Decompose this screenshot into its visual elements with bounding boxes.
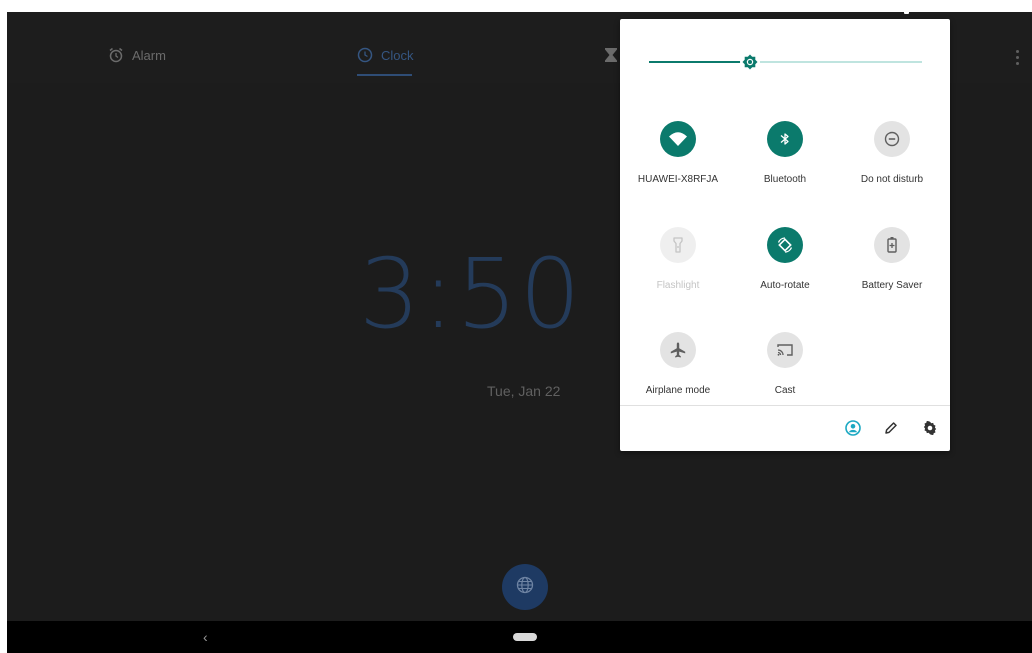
tile-flashlight[interactable]: Flashlight bbox=[623, 227, 733, 291]
clock-time-display: 3:50 bbox=[359, 238, 583, 350]
status-time: 3:50 AM bbox=[628, 3, 664, 15]
do-not-disturb-icon bbox=[874, 121, 910, 157]
tile-cast[interactable]: Cast bbox=[730, 332, 840, 396]
status-battery: 100% bbox=[904, 3, 940, 15]
hourglass-icon bbox=[604, 47, 618, 63]
flashlight-icon bbox=[660, 227, 696, 263]
brightness-fill bbox=[649, 61, 750, 63]
tile-auto-rotate[interactable]: Auto-rotate bbox=[730, 227, 840, 291]
tab-alarm-label: Alarm bbox=[132, 47, 166, 63]
battery-icon bbox=[904, 4, 909, 14]
tab-clock-label: Clock bbox=[381, 47, 414, 63]
auto-rotate-icon bbox=[767, 227, 803, 263]
tile-label: Bluetooth bbox=[763, 174, 807, 185]
home-button[interactable] bbox=[513, 633, 537, 641]
bluetooth-icon bbox=[767, 121, 803, 157]
tile-do-not-disturb[interactable]: Do not disturb bbox=[837, 121, 947, 185]
tile-label: HUAWEI-X8RFJA bbox=[637, 174, 719, 185]
navigation-bar: ‹ bbox=[7, 621, 1032, 653]
tab-selection-indicator bbox=[357, 74, 412, 76]
status-ampm: AM bbox=[653, 7, 664, 14]
quick-settings-panel: HUAWEI-X8RFJA Bluetooth Do not disturb F… bbox=[620, 19, 950, 451]
brightness-slider[interactable] bbox=[649, 52, 922, 72]
globe-icon bbox=[516, 576, 534, 599]
user-icon[interactable] bbox=[845, 420, 861, 436]
footer-divider bbox=[620, 405, 950, 406]
tile-label: Battery Saver bbox=[861, 280, 923, 291]
status-time-value: 3:50 bbox=[628, 3, 651, 15]
airplane-icon bbox=[660, 332, 696, 368]
brightness-icon[interactable] bbox=[739, 51, 761, 73]
wifi-icon bbox=[660, 121, 696, 157]
settings-icon[interactable] bbox=[922, 420, 938, 436]
clock-date: Tue, Jan 22 bbox=[487, 383, 561, 399]
tile-label: Cast bbox=[774, 385, 796, 396]
battery-saver-icon bbox=[874, 227, 910, 263]
clock-icon bbox=[357, 47, 373, 63]
edit-icon[interactable] bbox=[883, 420, 899, 436]
alarm-icon bbox=[108, 47, 124, 63]
battery-percent: 100% bbox=[912, 3, 941, 15]
tile-label: Auto-rotate bbox=[760, 280, 810, 291]
tile-bluetooth[interactable]: Bluetooth bbox=[730, 121, 840, 185]
world-clock-button[interactable] bbox=[502, 564, 548, 610]
tile-wifi[interactable]: HUAWEI-X8RFJA bbox=[623, 121, 733, 185]
tile-label: Flashlight bbox=[656, 280, 700, 291]
tab-clock[interactable]: Clock bbox=[357, 42, 414, 68]
tab-alarm[interactable]: Alarm bbox=[108, 42, 166, 68]
tile-label: Airplane mode bbox=[645, 385, 711, 396]
tile-label: Do not disturb bbox=[860, 174, 924, 185]
tile-battery-saver[interactable]: Battery Saver bbox=[837, 227, 947, 291]
tile-airplane-mode[interactable]: Airplane mode bbox=[623, 332, 733, 396]
overflow-menu-icon[interactable] bbox=[1016, 50, 1020, 66]
back-button[interactable]: ‹ bbox=[203, 629, 208, 645]
tab-timer[interactable] bbox=[604, 42, 618, 68]
cast-icon bbox=[767, 332, 803, 368]
